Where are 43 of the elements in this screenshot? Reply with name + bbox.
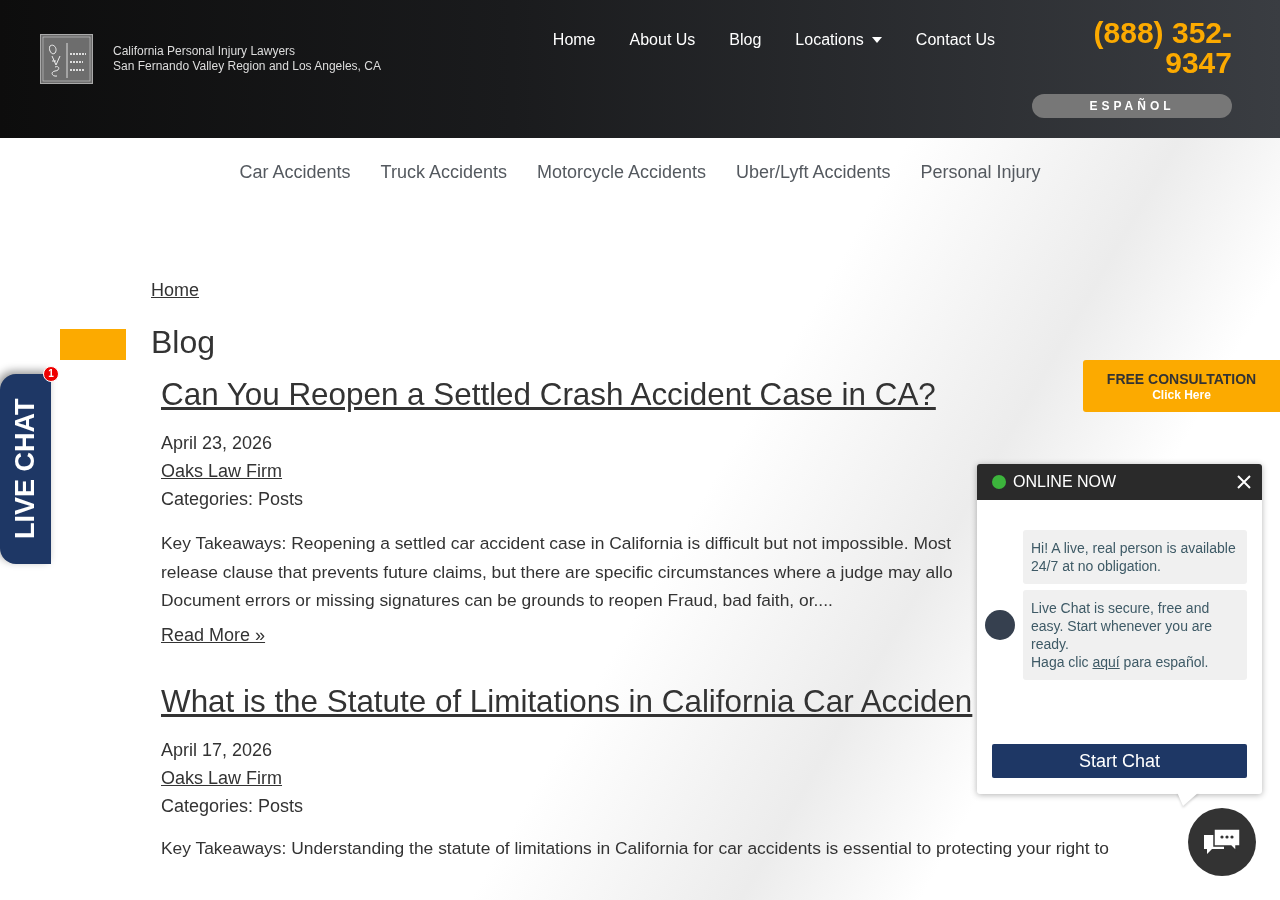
agent-avatar: [985, 610, 1015, 640]
status-text: ONLINE NOW: [1013, 473, 1117, 491]
chat-message: Live Chat is secure, free and easy. Start whenever you are ready. Haga clic aquí para español.: [1023, 590, 1247, 680]
close-icon: [1236, 474, 1252, 490]
page-title: Blog: [151, 323, 217, 361]
practice-link[interactable]: Motorcycle Accidents: [536, 162, 707, 208]
post-excerpt: Key Takeaways: Reopening a settled car accident case in California is difficult but not impossible. Most release clause that prevents future claims, but there are specific circumstances where a judge may allo Document errors or missing signatures can be grounds to reopen Fraud, bad faith, or....: [161, 532, 953, 612]
spanish-link[interactable]: aquí: [1092, 654, 1120, 670]
greeting-message: Hi! A live, real person is available 24/7 at no obligation.: [1023, 530, 1247, 584]
post-categories: Categories: Posts: [161, 794, 304, 818]
language-button[interactable]: ESPAÑOL: [1032, 94, 1232, 118]
firm-logo[interactable]: [40, 34, 93, 84]
practice-link[interactable]: Car Accidents: [239, 162, 351, 208]
practice-link[interactable]: Truck Accidents: [380, 162, 507, 208]
caret-icon: [871, 37, 882, 43]
practice-link[interactable]: Personal Injury: [920, 162, 1041, 208]
consultation-title: FREE CONSULTATION: [1106, 370, 1257, 387]
nav-link[interactable]: Home: [535, 30, 613, 50]
post-date: April 17, 2026: [161, 738, 273, 762]
nav-link[interactable]: Locations: [778, 30, 899, 50]
post-title-link[interactable]: Can You Reopen a Settled Crash Accident Case in CA?: [161, 375, 936, 415]
post-excerpt: Key Takeaways: Understanding the statute of limitations in California for car accidents is essential to protecting your right to: [161, 836, 1109, 860]
phone-number[interactable]: (888) 352-9347: [1082, 18, 1232, 78]
breadcrumb-link[interactable]: Home: [151, 280, 199, 300]
free-consultation-button[interactable]: FREE CONSULTATION Click Here: [1083, 360, 1280, 412]
nav-link[interactable]: Blog: [712, 30, 779, 50]
author-link[interactable]: Oaks Law Firm: [161, 763, 283, 792]
read-more-link[interactable]: Read More »: [161, 624, 266, 646]
click-here-text: Click Here: [1152, 387, 1211, 402]
tagline: California Personal Injury Lawyers: [113, 44, 297, 59]
start-chat-button[interactable]: Start Chat: [992, 744, 1247, 778]
practice-link[interactable]: Uber/Lyft Accidents: [736, 162, 891, 208]
close-button[interactable]: [1236, 474, 1252, 490]
post-categories: Categories: Posts: [161, 488, 304, 511]
region-text: San Fernando Valley Region and Los Angeles, CA: [113, 59, 381, 74]
author-link[interactable]: Oaks Law Firm: [161, 457, 283, 485]
accent-bar: [60, 329, 126, 360]
post-date: April 23, 2026: [161, 432, 273, 455]
notification-badge: 1: [43, 366, 59, 382]
chat-bubbles-icon: [1202, 827, 1242, 857]
post-title-link[interactable]: What is the Statute of Limitations in California Car Acciden: [161, 681, 973, 722]
nav-link[interactable]: Contact Us: [898, 30, 1012, 50]
nav-link[interactable]: About Us: [612, 30, 713, 50]
